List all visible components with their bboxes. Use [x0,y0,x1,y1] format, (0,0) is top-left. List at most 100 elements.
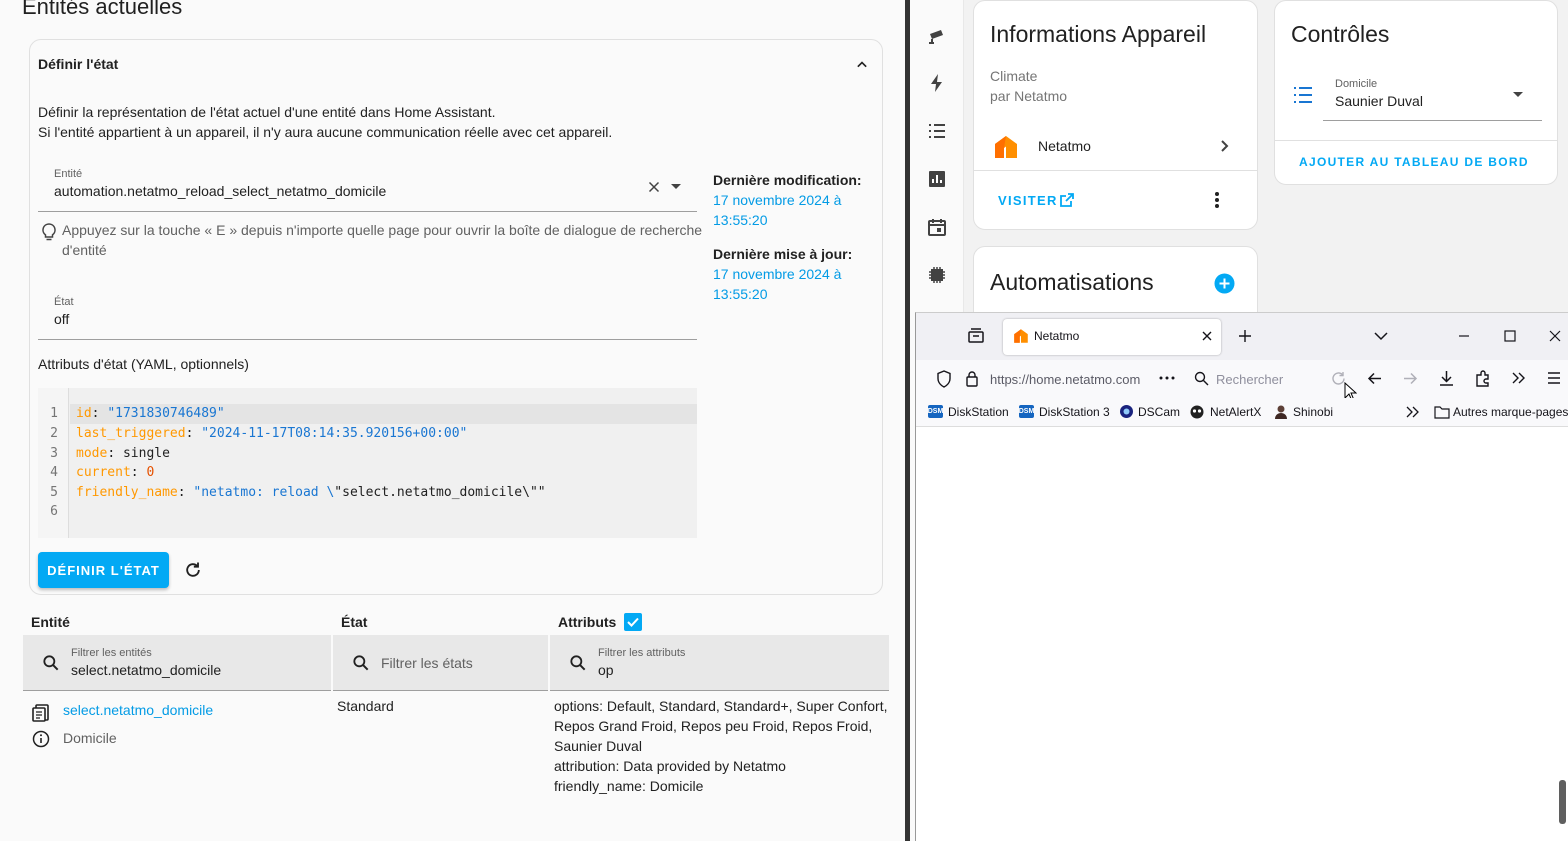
shinobi-icon [1273,404,1289,419]
line-number: 4 [50,465,58,480]
left-panel: Entités actuelles Définir l'état Définir… [0,0,905,841]
bookmark-dscam[interactable]: DSCam [1138,405,1180,419]
code-line-3: mode: single [76,446,170,461]
chip-icon[interactable] [927,265,947,285]
minimize-icon[interactable] [1457,329,1471,343]
bookmark-diskstation-3[interactable]: DiskStation 3 [1039,405,1110,419]
select-label: Domicile [1335,78,1378,90]
more-vert-icon[interactable] [1209,191,1225,209]
state-filter-placeholder: Filtrer les états [381,655,473,671]
url-bar[interactable]: https://home.netatmo.com [990,372,1152,387]
bookmark-other[interactable]: Autres marque-pages [1453,405,1568,419]
entity-field-underline [38,211,697,212]
info-icon[interactable] [32,730,50,748]
select-underline [1323,120,1542,121]
lightning-icon[interactable] [927,73,947,93]
new-tab-icon[interactable] [1237,328,1253,344]
back-icon[interactable] [1366,370,1383,387]
last-updated-link-time[interactable]: 13:55:20 [713,286,768,302]
tab-tray-icon[interactable] [967,327,985,345]
hint-text: Appuyez sur la touche « E » depuis n'imp… [62,222,703,238]
overflow-icon[interactable] [1510,370,1526,386]
line-number: 6 [50,504,58,519]
code-line-2: last_triggered: "2024-11-17T08:14:35.920… [76,426,468,441]
search-input[interactable]: Rechercher [1216,372,1283,387]
description-line-1: Définir la représentation de l'état actu… [38,104,496,120]
last-changed-label: Dernière modification: [713,172,862,188]
line-number: 3 [50,446,58,461]
dropdown-arrow-icon[interactable] [1511,87,1525,101]
entity-friendly-name: Domicile [63,730,117,746]
attributes-checkbox[interactable] [624,613,642,631]
lock-icon[interactable] [965,370,979,387]
column-header-entity[interactable]: Entité [31,614,70,630]
open-in-new-icon[interactable] [1059,192,1075,208]
column-header-attributes[interactable]: Attributs [558,614,616,630]
dsm-icon: DSM [1019,405,1034,418]
last-updated-label: Dernière mise à jour: [713,246,853,262]
controls-title: Contrôles [1291,21,1390,47]
list-tabs-icon[interactable] [1373,329,1389,343]
last-updated-link[interactable]: 17 novembre 2024 à [713,266,841,282]
clear-icon[interactable] [645,178,663,196]
entity-link[interactable]: select.netatmo_domicile [63,702,213,718]
device-model: Climate [990,68,1038,84]
page-actions-icon[interactable] [1158,370,1176,386]
entity-filter-value[interactable]: select.netatmo_domicile [71,662,221,678]
search-icon [351,653,371,673]
bookmarks-overflow-icon[interactable] [1404,405,1420,419]
add-to-dashboard-button[interactable]: AJOUTER AU TABLEAU DE BORD [1299,155,1529,169]
extensions-icon[interactable] [1474,369,1491,387]
close-tab-icon[interactable] [1200,329,1214,343]
entity-field[interactable]: automation.netatmo_reload_select_netatmo… [54,183,386,199]
code-line-5: friendly_name: "netatmo: reload \"select… [76,485,546,500]
menu-icon[interactable] [1546,370,1562,386]
shield-icon[interactable] [936,370,952,388]
attributes-text-4: attribution: Data provided by Netatmo [554,758,786,774]
chart-icon[interactable] [927,169,947,189]
entity-state: Standard [337,698,394,714]
column-header-state[interactable]: État [341,614,367,630]
state-field-label: État [54,296,74,308]
add-circle-icon[interactable] [1214,273,1235,294]
set-state-header[interactable]: Définir l'état [38,56,118,72]
dropdown-arrow-icon[interactable] [669,178,683,194]
visit-button[interactable]: VISITER [998,193,1058,208]
hint-text-line-2: d'entité [62,242,107,258]
state-field[interactable]: off [54,311,69,327]
last-changed-link[interactable]: 17 novembre 2024 à [713,192,841,208]
integration-link[interactable]: Netatmo [1038,138,1091,154]
bookmark-netalertx[interactable]: NetAlertX [1210,405,1261,419]
attributes-filter-value[interactable]: op [598,662,614,678]
automations-title: Automatisations [990,269,1154,295]
forward-icon[interactable] [1402,370,1419,387]
bookmark-shinobi[interactable]: Shinobi [1293,405,1333,419]
search-icon [568,653,588,673]
attributes-text-5: friendly_name: Domicile [554,778,704,794]
entity-filter-label: Filtrer les entités [71,647,152,659]
cctv-icon[interactable] [927,26,947,46]
chevron-up-icon[interactable] [852,55,872,75]
last-changed-link-time[interactable]: 13:55:20 [713,212,768,228]
device-manufacturer: par Netatmo [990,88,1068,104]
attributes-text-2: Repos Grand Froid, Repos peu Froid, Repo… [554,718,873,734]
maximize-icon[interactable] [1503,329,1517,343]
domicile-select[interactable]: Saunier Duval [1335,93,1423,109]
description-line-2: Si l'entité appartient à un appareil, il… [38,124,613,140]
clipboard-icon[interactable] [32,702,50,722]
attributes-text-1: options: Default, Standard, Standard+, S… [554,698,888,714]
bookmark-diskstation[interactable]: DiskStation [948,405,1009,419]
entity-field-label: Entité [54,168,83,180]
card-divider [974,170,1257,171]
search-icon [1194,371,1209,386]
card-divider [1275,140,1557,141]
downloads-icon[interactable] [1438,369,1455,387]
scrollbar-thumb[interactable] [1559,780,1566,824]
list-icon[interactable] [927,121,947,141]
set-state-button[interactable]: DÉFINIR L'ÉTAT [38,552,169,588]
tab-title: Netatmo [1034,329,1080,343]
calendar-icon[interactable] [927,217,947,237]
chevron-right-icon[interactable] [1216,138,1232,154]
refresh-icon[interactable] [183,560,203,580]
close-window-icon[interactable] [1548,329,1562,343]
